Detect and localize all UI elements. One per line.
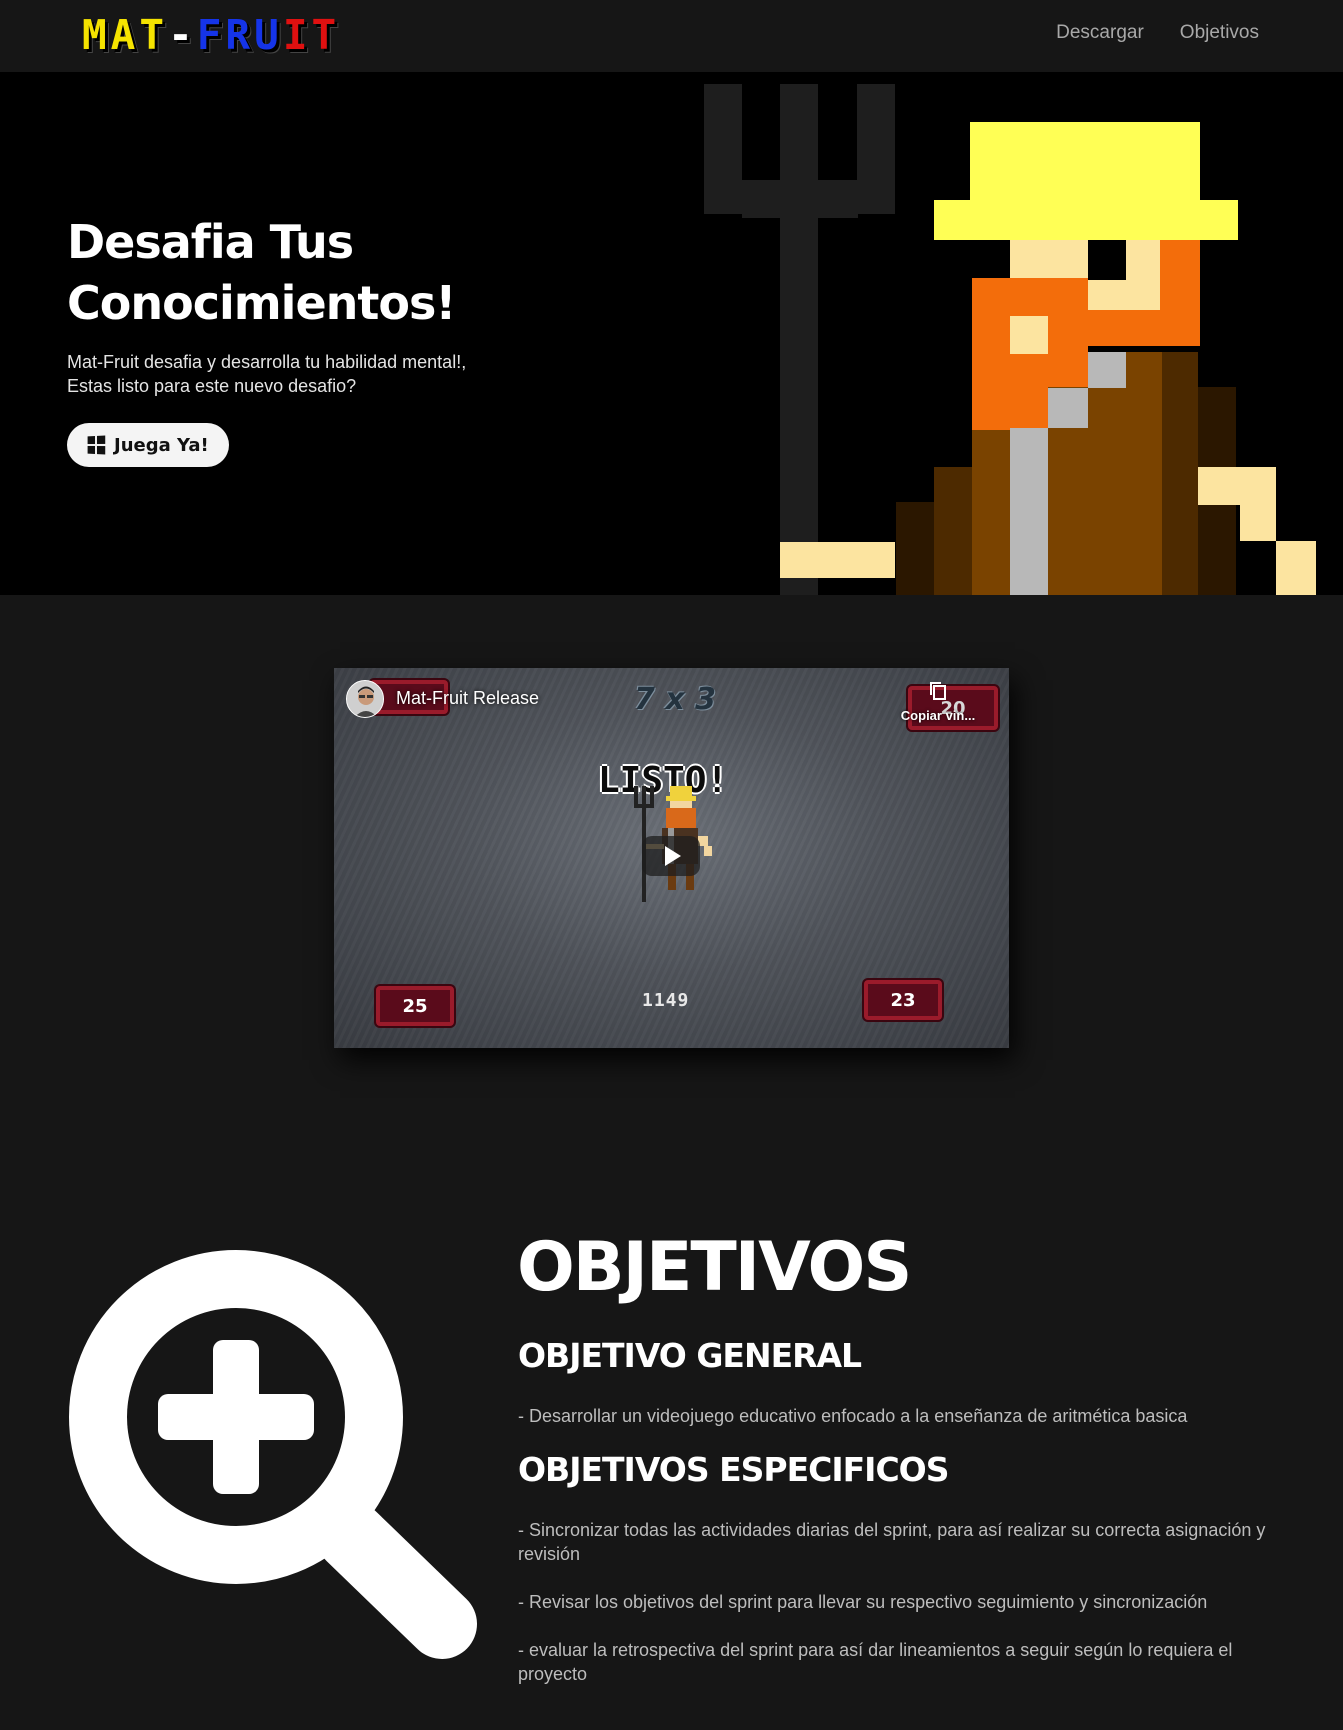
hero-description: Mat-Fruit desafia y desarrolla tu habili… — [67, 350, 537, 398]
objetivo-especifico-item: - Sincronizar todas las actividades diar… — [518, 1520, 1266, 1564]
game-total-score: 1149 — [642, 990, 690, 1011]
objetivos-especificos-title: OBJETIVOS ESPECIFICOS — [518, 1450, 949, 1489]
logo-part: IT — [282, 11, 341, 59]
nav-link-objetivos[interactable]: Objetivos — [1180, 22, 1259, 44]
logo[interactable]: MAT - FRU IT — [82, 11, 341, 59]
objetivo-general-text: - Desarrollar un videojuego educativo en… — [518, 1406, 1188, 1426]
game-score-bottom-left: 25 — [376, 986, 454, 1026]
video-title[interactable]: Mat-Fruit Release — [396, 688, 539, 709]
channel-avatar[interactable] — [346, 680, 384, 718]
game-equation: 7 x 3 — [634, 682, 716, 717]
hero-title: Desafia Tus Conocimientos! — [67, 212, 587, 334]
video-player[interactable]: Mat-Fruit Release 7 x 3 20 Copiar vin...… — [334, 668, 1009, 1048]
objetivo-especifico-item: - Revisar los objetivos del sprint para … — [518, 1592, 1208, 1612]
nav-links: Descargar Objetivos — [1056, 22, 1259, 44]
copy-link-label: Copiar vin... — [900, 708, 976, 723]
score-value: 23 — [890, 989, 916, 1011]
hero-description-line: Mat-Fruit desafia y desarrolla tu habili… — [67, 352, 467, 372]
logo-part: FRU — [196, 11, 283, 59]
hero-section: Desafia Tus Conocimientos! Mat-Fruit des… — [0, 72, 1343, 595]
hero-title-line: Conocimientos! — [67, 276, 456, 330]
nav-link-descargar[interactable]: Descargar — [1056, 22, 1144, 44]
play-icon — [665, 846, 681, 866]
objetivo-especifico-item: - evaluar la retrospectiva del sprint pa… — [518, 1640, 1233, 1684]
zoom-in-icon — [69, 1250, 477, 1659]
logo-part: - — [168, 11, 197, 59]
navbar: MAT - FRU IT Descargar Objetivos — [0, 0, 1343, 72]
copy-icon — [930, 682, 946, 700]
game-score-bottom-right: 23 — [864, 980, 942, 1020]
hero-description-line: Estas listo para este nuevo desafio? — [67, 376, 357, 396]
play-now-label: Juega Ya! — [114, 434, 209, 456]
copy-link-button[interactable]: Copiar vin... — [893, 680, 983, 723]
objetivos-heading: OBJETIVOS — [517, 1228, 912, 1307]
play-now-button[interactable]: Juega Ya! — [67, 423, 229, 467]
logo-part: MAT — [82, 11, 169, 59]
score-value: 25 — [402, 995, 428, 1017]
objetivo-general-title: OBJETIVO GENERAL — [518, 1336, 862, 1375]
windows-icon — [87, 435, 106, 455]
play-video-button[interactable] — [642, 836, 700, 876]
hero-title-line: Desafia Tus — [67, 215, 354, 269]
